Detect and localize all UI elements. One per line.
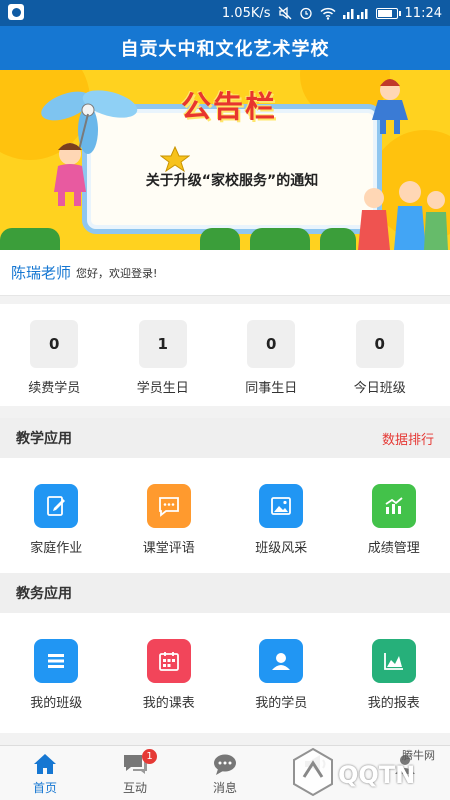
section-title: 教务应用: [16, 586, 72, 602]
welcome-text: 您好，欢迎登录!: [76, 266, 158, 280]
list-icon: [34, 639, 79, 683]
admin-section-header: 教务应用: [0, 573, 450, 613]
banner-notice-text[interactable]: 关于升级“家校服务”的通知: [82, 170, 382, 190]
app-class-comments[interactable]: 课堂评语: [113, 458, 226, 578]
megaphone-icon: [305, 755, 326, 773]
tab-label: 消息: [212, 781, 237, 795]
app-my-timetable[interactable]: 我的课表: [113, 613, 226, 733]
user-icon: [259, 639, 304, 683]
app-label: 成绩管理: [367, 541, 420, 556]
stat-today-classes[interactable]: 0 今日班级: [326, 304, 435, 406]
teaching-section-header: 教学应用 数据排行: [0, 418, 450, 458]
app-label: 我的报表: [367, 696, 420, 711]
app-class-gallery[interactable]: 班级风采: [225, 458, 338, 578]
section-title: 教学应用: [16, 431, 72, 447]
stat-value: 0: [247, 320, 296, 368]
app-label: 班级风采: [255, 541, 308, 556]
alarm-icon: [299, 6, 313, 20]
app-homework[interactable]: 家庭作业: [0, 458, 113, 578]
board-title: 公告栏: [181, 90, 277, 125]
stat-value: 1: [138, 320, 187, 368]
tab-interaction[interactable]: 1 互动: [90, 746, 180, 800]
network-speed: 1.05K/s: [221, 5, 271, 21]
signal-icon: [342, 7, 369, 19]
stat-colleague-birthdays[interactable]: 0 同事生日: [217, 304, 326, 406]
edit-icon: [34, 484, 79, 528]
stat-label: 同事生日: [245, 381, 298, 396]
star-icon: [160, 146, 190, 172]
battery-icon: [375, 7, 401, 19]
kite-child-icon: [372, 79, 408, 134]
teaching-app-grid: 家庭作业 课堂评语 班级风采 成绩管理: [0, 458, 450, 578]
bush-decoration: [250, 228, 310, 250]
tab-label: 首页: [32, 781, 57, 795]
image-icon: [259, 484, 304, 528]
wifi-icon: [320, 7, 336, 20]
app-label: 我的班级: [30, 696, 83, 711]
tab-label: 互动: [122, 781, 147, 795]
message-icon: [214, 754, 236, 775]
calendar-icon: [146, 639, 191, 683]
greeting-row: 陈瑞老师 您好，欢迎登录!: [0, 250, 450, 296]
app-my-reports[interactable]: 我的报表: [338, 613, 450, 733]
app-grade-management[interactable]: 成绩管理: [338, 458, 450, 578]
bush-decoration: [320, 228, 356, 250]
tab-profile[interactable]: [360, 746, 450, 800]
tab-announcements[interactable]: [270, 746, 360, 800]
stat-label: 学员生日: [136, 381, 189, 396]
stats-panel: 0 续费学员 1 学员生日 0 同事生日 0 今日班级: [0, 304, 450, 406]
tab-home[interactable]: 首页: [0, 746, 90, 800]
stat-label: 今日班级: [353, 381, 406, 396]
chart-icon: [371, 484, 416, 528]
app-label: 我的课表: [142, 696, 195, 711]
home-icon: [34, 754, 56, 774]
app-title-bar: 自贡大中和文化艺术学校: [0, 26, 450, 70]
app-label: 家庭作业: [30, 541, 83, 556]
tab-messages[interactable]: 消息: [180, 746, 270, 800]
clock: 11:24: [404, 5, 442, 21]
stat-student-birthdays[interactable]: 1 学员生日: [109, 304, 218, 406]
app-my-classes[interactable]: 我的班级: [0, 613, 113, 733]
page-title: 自贡大中和文化艺术学校: [120, 39, 330, 60]
app-my-students[interactable]: 我的学员: [225, 613, 338, 733]
bottom-tab-bar: 首页 1 互动 消息: [0, 745, 450, 800]
stat-value: 0: [355, 320, 404, 368]
notice-banner[interactable]: 公告栏 关于升级“家校服务”的通知: [0, 70, 450, 250]
stat-label: 续费学员: [28, 381, 81, 396]
stat-renewal-students[interactable]: 0 续费学员: [0, 304, 109, 406]
profile-icon: [395, 755, 415, 774]
report-icon: [371, 639, 416, 683]
bush-decoration: [0, 228, 60, 250]
notification-badge: 1: [142, 749, 157, 764]
comment-icon: [146, 484, 191, 528]
data-ranking-link[interactable]: 数据排行: [382, 429, 434, 448]
bush-decoration: [200, 228, 240, 250]
app-notification-icon: [8, 4, 24, 20]
app-label: 我的学员: [255, 696, 308, 711]
teacher-name: 陈瑞老师: [11, 264, 72, 282]
stat-value: 0: [30, 320, 79, 368]
mute-icon: [278, 6, 292, 20]
admin-app-grid: 我的班级 我的课表 我的学员 我的报表: [0, 613, 450, 733]
status-bar: 1.05K/s 11:24: [0, 0, 450, 26]
app-label: 课堂评语: [142, 541, 195, 556]
